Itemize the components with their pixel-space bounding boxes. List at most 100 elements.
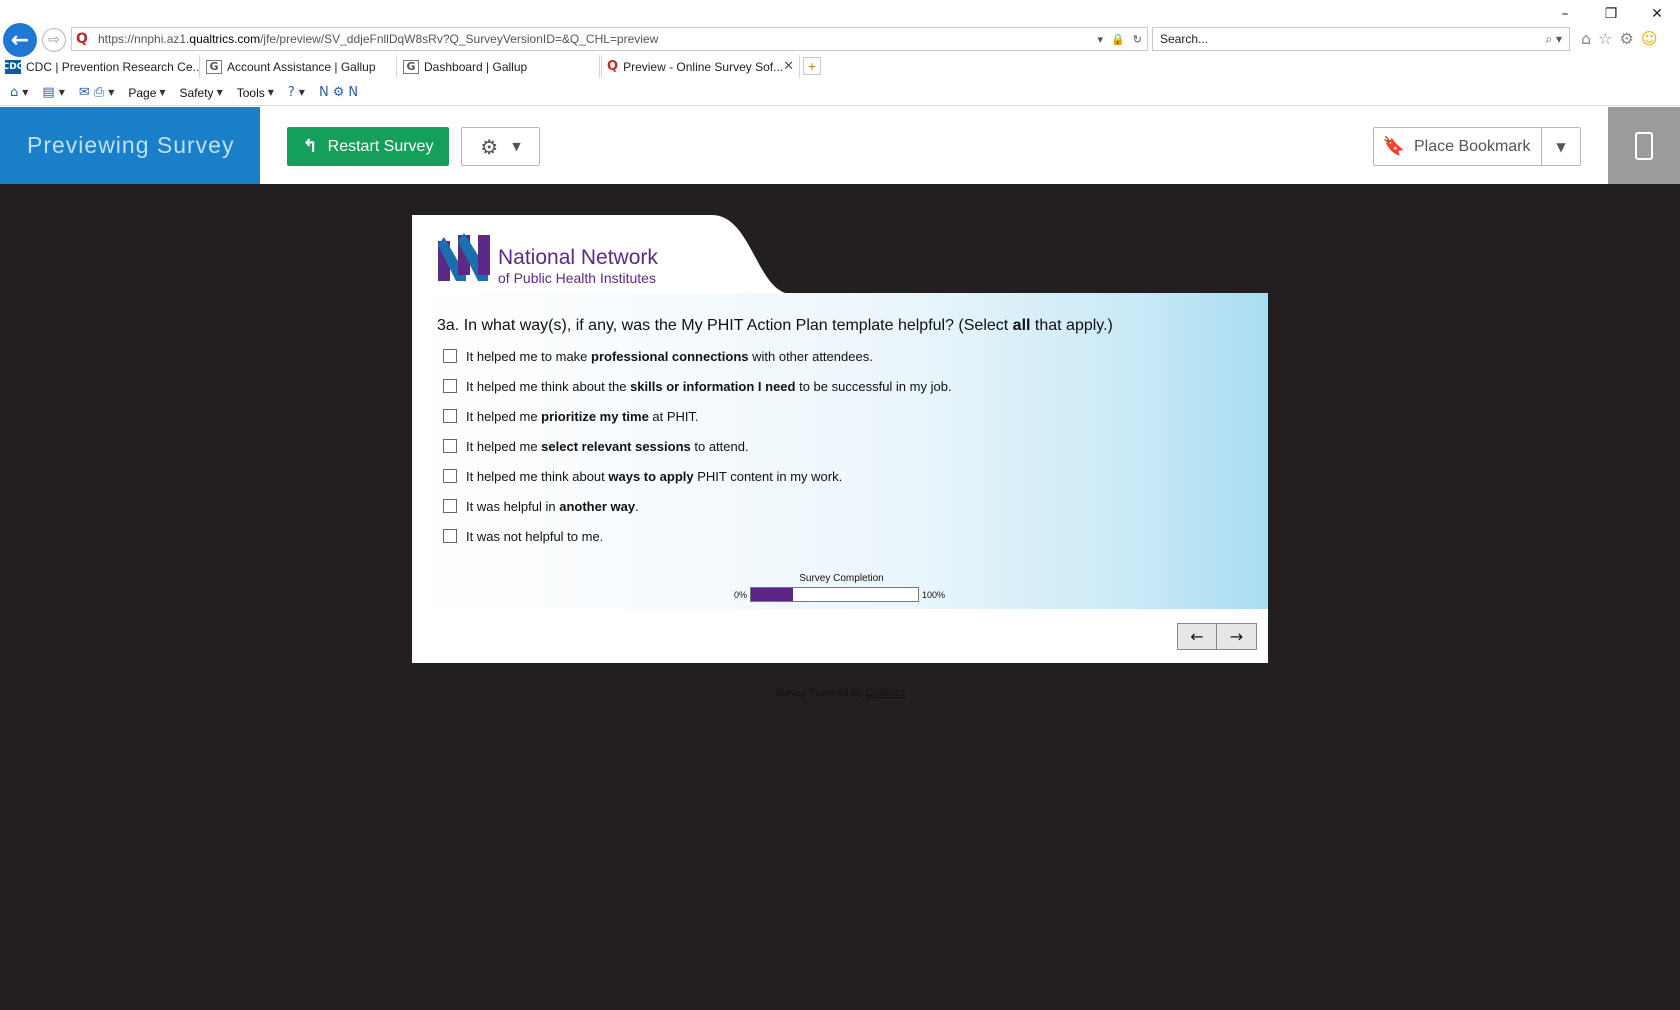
- question-text: 3a. In what way(s), if any, was the My P…: [437, 317, 1113, 334]
- progress-fill: [751, 588, 793, 601]
- print-dropdown-icon[interactable]: ▼: [108, 88, 114, 97]
- choice-item[interactable]: It helped me think about ways to apply P…: [443, 461, 952, 491]
- progress-track: [750, 587, 920, 602]
- safety-dropdown-icon[interactable]: ▼: [217, 88, 223, 97]
- choice-item[interactable]: It was helpful in another way.: [443, 491, 952, 521]
- bookmark-icon: 🔖: [1382, 136, 1406, 157]
- gallup-favicon-icon: G: [403, 59, 419, 74]
- addon-icon[interactable]: N: [348, 85, 358, 100]
- home-icon[interactable]: ⌂: [10, 85, 18, 100]
- menu-page[interactable]: Page: [128, 86, 156, 100]
- choice-label: It was helpful in another way.: [466, 498, 639, 514]
- tab-strip: CDC CDC | Prevention Research Ce... G Ac…: [0, 55, 1680, 78]
- survey-footer: ← →: [412, 609, 1268, 663]
- choice-item[interactable]: It helped me select relevant sessions to…: [443, 431, 952, 461]
- cdc-favicon-icon: CDC: [2, 59, 24, 74]
- dropdown-icon[interactable]: ▾: [1098, 33, 1104, 46]
- new-tab-icon[interactable]: +: [803, 57, 821, 75]
- lock-icon[interactable]: 🔒: [1111, 33, 1125, 46]
- help-dropdown-icon[interactable]: ▼: [299, 88, 305, 97]
- checkbox[interactable]: [443, 529, 457, 543]
- refresh-icon[interactable]: ↻: [1133, 33, 1142, 46]
- onenote-icon[interactable]: N: [319, 85, 329, 100]
- mail-icon[interactable]: ✉: [79, 85, 90, 100]
- mobile-icon: [1635, 131, 1653, 160]
- survey-container: National Network of Public Health Instit…: [412, 215, 1268, 663]
- tab-gallup-account[interactable]: G Account Assistance | Gallup: [201, 55, 397, 78]
- choice-item[interactable]: It helped me to make professional connec…: [443, 341, 952, 371]
- feeds-icon[interactable]: ▤: [42, 85, 54, 100]
- home-icon[interactable]: ⌂: [1581, 29, 1591, 48]
- mobile-preview-button[interactable]: [1608, 107, 1680, 184]
- choice-list: It helped me to make professional connec…: [443, 341, 952, 551]
- preview-toolbar: Previewing Survey ↰ Restart Survey ⚙ ▼ 🔖…: [0, 107, 1680, 184]
- powered-by: Survey Powered By Qualtrics: [774, 688, 906, 699]
- progress-min-label: 0%: [734, 589, 748, 600]
- question-body: 3a. In what way(s), if any, was the My P…: [412, 293, 1268, 609]
- progress-title: Survey Completion: [799, 573, 884, 584]
- logo-line1: National Network: [498, 246, 658, 269]
- nnphi-logo: National Network of Public Health Instit…: [436, 231, 658, 286]
- choice-label: It helped me prioritize my time at PHIT.: [466, 408, 699, 424]
- previous-button[interactable]: ←: [1177, 623, 1217, 650]
- gear-icon[interactable]: ⚙: [1620, 29, 1634, 48]
- checkbox[interactable]: [443, 499, 457, 513]
- qualtrics-link[interactable]: Qualtrics: [866, 688, 905, 699]
- nav-buttons: ← →: [1177, 623, 1257, 650]
- gear-icon: ⚙: [480, 134, 499, 159]
- star-icon[interactable]: ☆: [1598, 29, 1612, 48]
- next-button[interactable]: →: [1217, 623, 1257, 650]
- settings-icon[interactable]: ⚙: [333, 85, 345, 100]
- choice-label: It helped me select relevant sessions to…: [466, 438, 749, 454]
- choice-label: It was not helpful to me.: [466, 528, 604, 544]
- qualtrics-favicon-icon: Q: [76, 31, 88, 47]
- close-window-icon[interactable]: ✕: [1634, 0, 1680, 27]
- choice-label: It helped me think about ways to apply P…: [466, 468, 843, 484]
- tab-cdc[interactable]: CDC CDC | Prevention Research Ce...: [0, 55, 200, 78]
- tab-gallup-dashboard[interactable]: G Dashboard | Gallup: [398, 55, 600, 78]
- restart-survey-button[interactable]: ↰ Restart Survey: [287, 127, 449, 166]
- close-tab-icon[interactable]: ✕: [783, 59, 794, 74]
- command-bar: ⌂ ▼ ▤ ▼ ✉ ⎙ ▼ Page ▼ Safety ▼ Tools ▼ ? ▼ N ⚙ N: [0, 80, 1680, 106]
- menu-safety[interactable]: Safety: [180, 86, 214, 100]
- bookmark-dropdown-icon[interactable]: ▼: [1541, 128, 1580, 165]
- url-text: https://nnphi.az1.qualtrics.com/jfe/prev…: [98, 32, 659, 46]
- progress-bar: Survey Completion 0% 100%: [734, 573, 954, 602]
- nnphi-logo-icon: [438, 233, 490, 281]
- checkbox[interactable]: [443, 349, 457, 363]
- choice-item[interactable]: It helped me prioritize my time at PHIT.: [443, 401, 952, 431]
- home-dropdown-icon[interactable]: ▼: [22, 88, 28, 97]
- search-input[interactable]: Search... ⌕ ▾: [1152, 27, 1570, 51]
- checkbox[interactable]: [443, 379, 457, 393]
- smiley-icon[interactable]: ☺: [1641, 29, 1658, 48]
- print-icon[interactable]: ⎙: [94, 85, 104, 100]
- browser-chrome: ← ⇨ Q https://nnphi.az1.qualtrics.com/jf…: [0, 0, 1680, 107]
- back-icon[interactable]: ←: [3, 23, 37, 57]
- minimize-icon[interactable]: –: [1542, 0, 1588, 27]
- place-bookmark-button[interactable]: 🔖 Place Bookmark ▼: [1373, 127, 1581, 166]
- page-dropdown-icon[interactable]: ▼: [159, 88, 165, 97]
- choice-label: It helped me think about the skills or i…: [466, 378, 952, 394]
- previewing-title: Previewing Survey: [0, 107, 260, 184]
- checkbox[interactable]: [443, 439, 457, 453]
- restart-icon: ↰: [302, 136, 318, 157]
- checkbox[interactable]: [443, 409, 457, 423]
- tools-dropdown-icon[interactable]: ▼: [268, 88, 274, 97]
- tab-preview[interactable]: Q Preview - Online Survey Sof... ✕: [601, 55, 800, 78]
- help-icon[interactable]: ?: [288, 85, 295, 100]
- progress-max-label: 100%: [922, 589, 946, 600]
- choice-item[interactable]: It was not helpful to me.: [443, 521, 952, 551]
- menu-tools[interactable]: Tools: [237, 86, 265, 100]
- feeds-dropdown-icon[interactable]: ▼: [59, 88, 65, 97]
- settings-dropdown-button[interactable]: ⚙ ▼: [461, 127, 540, 166]
- search-icon[interactable]: ⌕ ▾: [1545, 32, 1569, 47]
- qualtrics-favicon-icon: Q: [607, 59, 619, 74]
- restore-icon[interactable]: ❐: [1588, 0, 1634, 27]
- checkbox[interactable]: [443, 469, 457, 483]
- address-bar[interactable]: Q https://nnphi.az1.qualtrics.com/jfe/pr…: [71, 27, 1148, 51]
- choice-item[interactable]: It helped me think about the skills or i…: [443, 371, 952, 401]
- forward-icon[interactable]: ⇨: [42, 28, 66, 52]
- choice-label: It helped me to make professional connec…: [466, 348, 873, 364]
- logo-line2: of Public Health Institutes: [498, 270, 656, 286]
- chevron-down-icon: ▼: [512, 140, 521, 153]
